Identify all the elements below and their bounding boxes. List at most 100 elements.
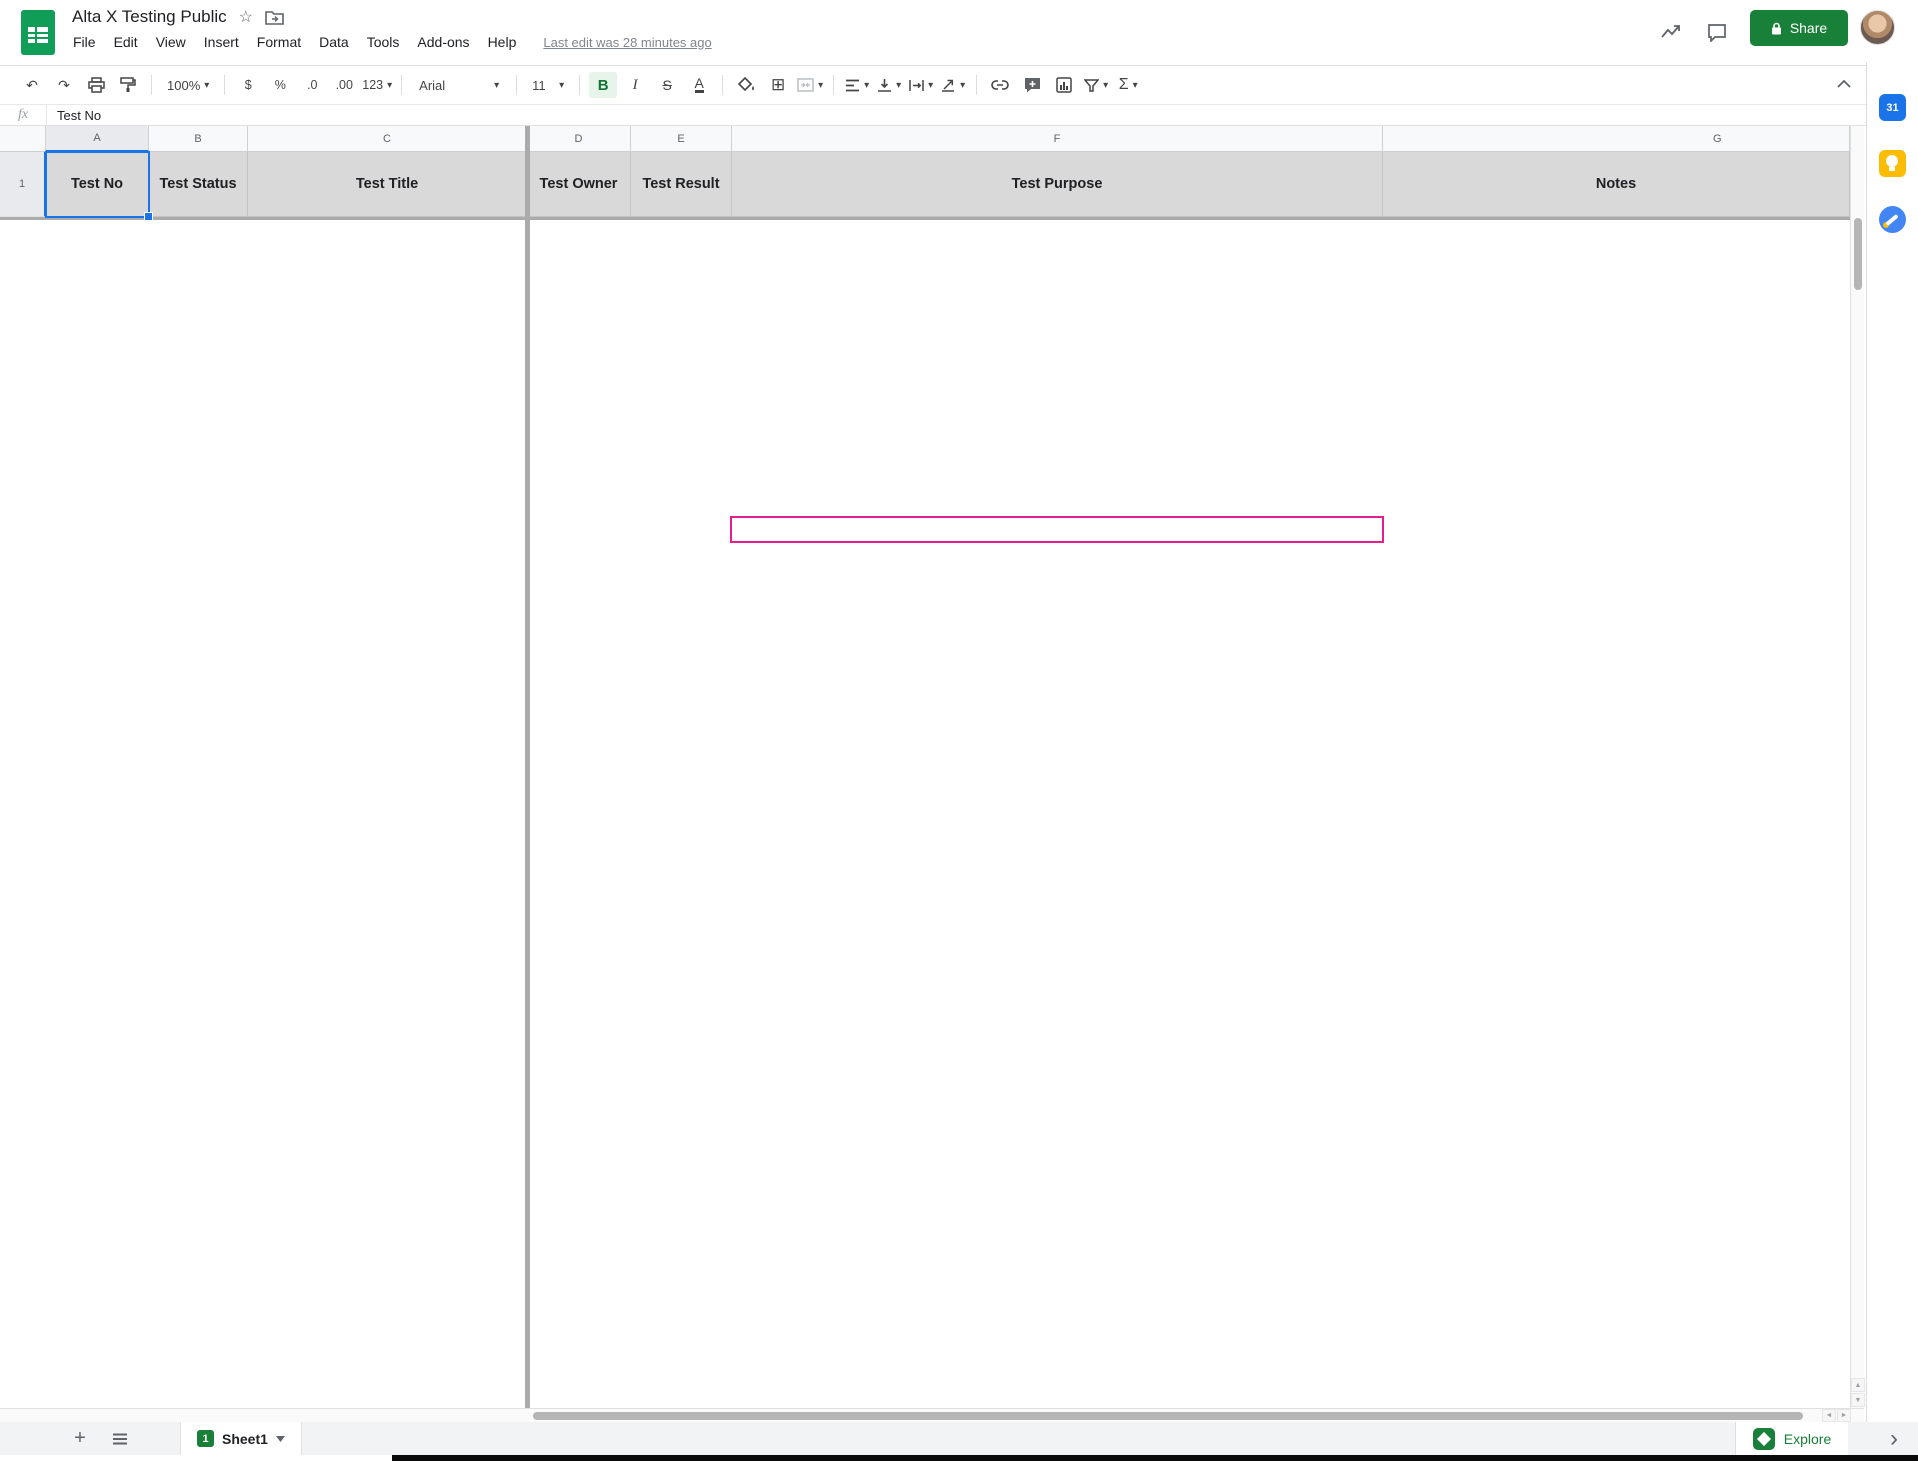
scroll-left-arrow[interactable] <box>1822 1409 1836 1422</box>
expand-sidebar-chevron[interactable] <box>1880 1425 1908 1453</box>
header-cell-test-status[interactable]: Test Status <box>149 152 248 217</box>
sheet-tab-sheet1[interactable]: 1 Sheet1 <box>180 1422 302 1455</box>
vertical-scrollbar-thumb[interactable] <box>1854 218 1862 290</box>
screen-edge-strip <box>392 1455 1918 1461</box>
scroll-right-arrow[interactable] <box>1837 1409 1851 1422</box>
text-color-button[interactable]: A <box>685 72 713 98</box>
header-cell-test-owner[interactable]: Test Owner <box>527 152 631 217</box>
more-formats-button[interactable]: 123 <box>362 72 392 98</box>
menu-view[interactable]: View <box>147 31 195 53</box>
divider <box>516 75 517 95</box>
vertical-scrollbar[interactable] <box>1850 126 1864 1408</box>
filter-button[interactable] <box>1082 72 1110 98</box>
font-size-select[interactable]: 11 <box>526 72 570 98</box>
scroll-down-arrow[interactable] <box>1851 1393 1865 1407</box>
share-label: Share <box>1790 20 1827 36</box>
star-icon[interactable] <box>239 7 253 27</box>
last-edit-link[interactable]: Last edit was 28 minutes ago <box>543 35 711 50</box>
text-rotation-button[interactable] <box>939 72 967 98</box>
column-header-e[interactable]: E <box>631 126 732 152</box>
row-number[interactable]: 1 <box>0 152 46 217</box>
fill-handle[interactable] <box>144 212 153 221</box>
horizontal-scrollbar[interactable] <box>0 1408 1864 1422</box>
column-header-d[interactable]: D <box>527 126 631 152</box>
header-cell-test-title[interactable]: Test Title <box>248 152 527 217</box>
header-row: 1Test NoTest StatusTest TitleTest OwnerT… <box>0 152 1850 217</box>
column-header-a[interactable]: A <box>46 126 149 152</box>
header-cell-test-result[interactable]: Test Result <box>631 152 732 217</box>
bold-button[interactable]: B <box>589 72 617 98</box>
collapse-toolbar-button[interactable] <box>1831 71 1857 97</box>
functions-button[interactable]: Σ <box>1114 72 1142 98</box>
fx-label: fx <box>0 107 46 123</box>
sheets-logo-icon[interactable] <box>20 9 56 56</box>
undo-button[interactable]: ↶ <box>18 72 46 98</box>
decrease-decimal-button[interactable]: .0 <box>298 72 326 98</box>
header-cell-test-purpose[interactable]: Test Purpose <box>732 152 1383 217</box>
document-title[interactable]: Alta X Testing Public <box>72 7 227 27</box>
explore-button[interactable]: Explore <box>1735 1422 1848 1455</box>
divider <box>224 75 225 95</box>
strikethrough-button[interactable]: S <box>653 72 681 98</box>
fill-color-button[interactable] <box>732 72 760 98</box>
comment-history-icon[interactable] <box>1701 16 1733 48</box>
print-button[interactable] <box>82 72 110 98</box>
increase-decimal-button[interactable]: .00 <box>330 72 358 98</box>
menu-edit[interactable]: Edit <box>105 31 147 53</box>
insert-comment-button[interactable] <box>1018 72 1046 98</box>
divider <box>579 75 580 95</box>
header-cell-notes[interactable]: Notes <box>1383 152 1850 217</box>
format-percent-button[interactable]: % <box>266 72 294 98</box>
column-header-c[interactable]: C <box>248 126 527 152</box>
format-currency-button[interactable]: $ <box>234 72 262 98</box>
zoom-select[interactable]: 100% <box>161 72 215 98</box>
menu-insert[interactable]: Insert <box>195 31 248 53</box>
select-all-corner[interactable] <box>0 126 46 152</box>
sheet-grid: ABCDEFG 1Test NoTest StatusTest TitleTes… <box>0 126 1850 1408</box>
divider <box>401 75 402 95</box>
menu-items: FileEditViewInsertFormatDataToolsAdd-ons… <box>64 31 525 53</box>
merge-cells-button[interactable] <box>796 72 824 98</box>
sheet-name: Sheet1 <box>222 1431 268 1447</box>
scroll-up-arrow[interactable] <box>1851 1378 1865 1392</box>
tasks-icon[interactable] <box>1879 206 1906 233</box>
all-sheets-button[interactable] <box>100 1422 140 1455</box>
formula-bar: fx Test No <box>0 104 1866 126</box>
column-header-f[interactable]: F <box>732 126 1383 152</box>
calendar-icon[interactable]: 31 <box>1879 94 1906 121</box>
column-header-b[interactable]: B <box>149 126 248 152</box>
menu-tools[interactable]: Tools <box>358 31 409 53</box>
menu-format[interactable]: Format <box>248 31 310 53</box>
explore-label: Explore <box>1784 1431 1831 1447</box>
paint-format-button[interactable] <box>114 72 142 98</box>
sheet-menu-caret-icon[interactable] <box>276 1436 285 1442</box>
column-header-g[interactable]: G <box>1383 126 1850 152</box>
add-sheet-button[interactable]: + <box>60 1422 100 1455</box>
italic-button[interactable]: I <box>621 72 649 98</box>
google-sheets-app: Alta X Testing Public FileEditViewInsert… <box>0 0 1918 1461</box>
insert-chart-button[interactable] <box>1050 72 1078 98</box>
keep-icon[interactable] <box>1879 150 1906 177</box>
avatar[interactable] <box>1860 10 1895 45</box>
horizontal-scrollbar-thumb[interactable] <box>533 1412 1803 1420</box>
text-wrap-button[interactable] <box>907 72 935 98</box>
vertical-align-button[interactable] <box>875 72 903 98</box>
redo-button[interactable]: ↷ <box>50 72 78 98</box>
font-select[interactable]: Arial <box>411 72 507 98</box>
frozen-row-divider <box>0 217 1850 220</box>
borders-button[interactable]: ⊞ <box>764 72 792 98</box>
move-folder-icon[interactable] <box>265 9 284 25</box>
divider <box>722 75 723 95</box>
header-cell-test-no[interactable]: Test No <box>46 152 149 217</box>
menu-file[interactable]: File <box>64 31 105 53</box>
horizontal-align-button[interactable] <box>843 72 871 98</box>
insert-link-button[interactable] <box>986 72 1014 98</box>
menu-help[interactable]: Help <box>479 31 526 53</box>
share-button[interactable]: Share <box>1750 10 1848 46</box>
menu-add-ons[interactable]: Add-ons <box>408 31 478 53</box>
menu-bar: FileEditViewInsertFormatDataToolsAdd-ons… <box>64 31 712 53</box>
column-header-row: ABCDEFG <box>0 126 1850 152</box>
menu-data[interactable]: Data <box>310 31 358 53</box>
activity-icon[interactable] <box>1655 16 1687 48</box>
formula-input[interactable]: Test No <box>47 108 1866 123</box>
